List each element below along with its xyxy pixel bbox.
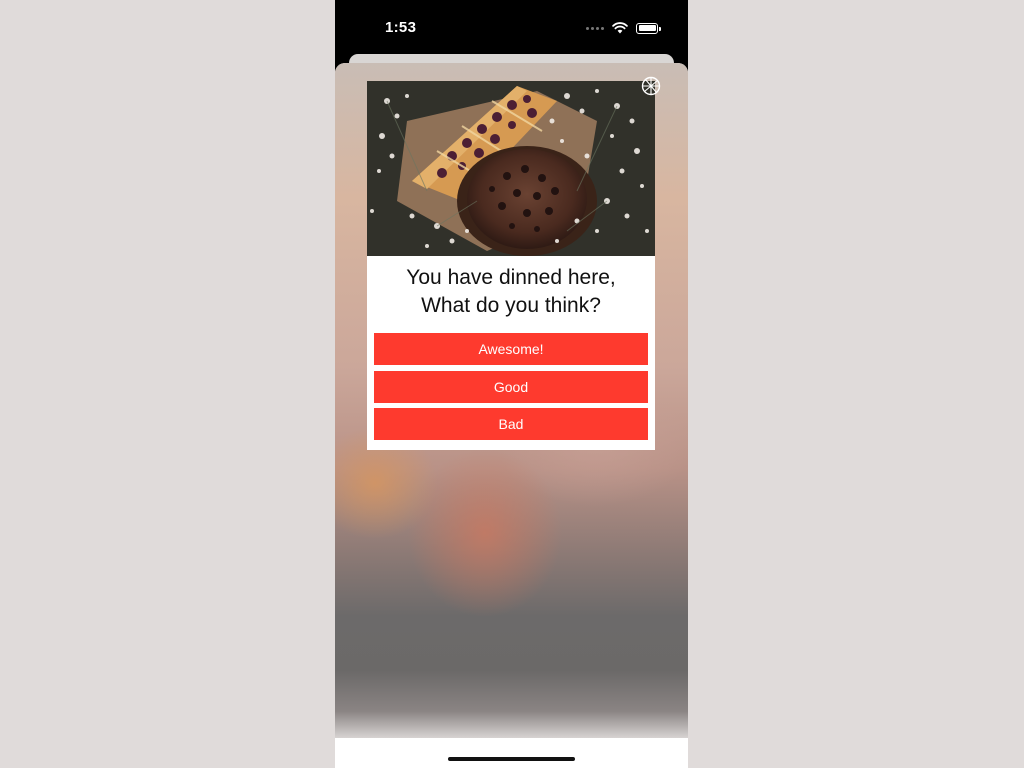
home-bar-area	[335, 738, 688, 768]
rating-question: You have dinned here, What do you think?	[367, 264, 655, 320]
cellular-icon	[586, 26, 604, 30]
phone-screen: 1:53 You have dinned here, What do you t…	[335, 0, 688, 768]
question-line-1: You have dinned here,	[406, 266, 616, 289]
rating-card: You have dinned here, What do you think?…	[367, 81, 655, 450]
status-time: 1:53	[385, 19, 417, 36]
wifi-icon	[612, 22, 628, 34]
status-icons	[586, 20, 661, 36]
status-bar: 1:53	[335, 0, 688, 56]
bad-button[interactable]: Bad	[374, 408, 648, 440]
battery-icon	[636, 22, 661, 34]
question-line-2: What do you think?	[421, 294, 601, 317]
good-button[interactable]: Good	[374, 371, 648, 403]
awesome-button[interactable]: Awesome!	[374, 333, 648, 365]
home-indicator[interactable]	[448, 757, 575, 761]
food-photo	[367, 81, 655, 256]
close-icon[interactable]	[641, 76, 661, 96]
modal-sheet: You have dinned here, What do you think?…	[335, 63, 688, 768]
